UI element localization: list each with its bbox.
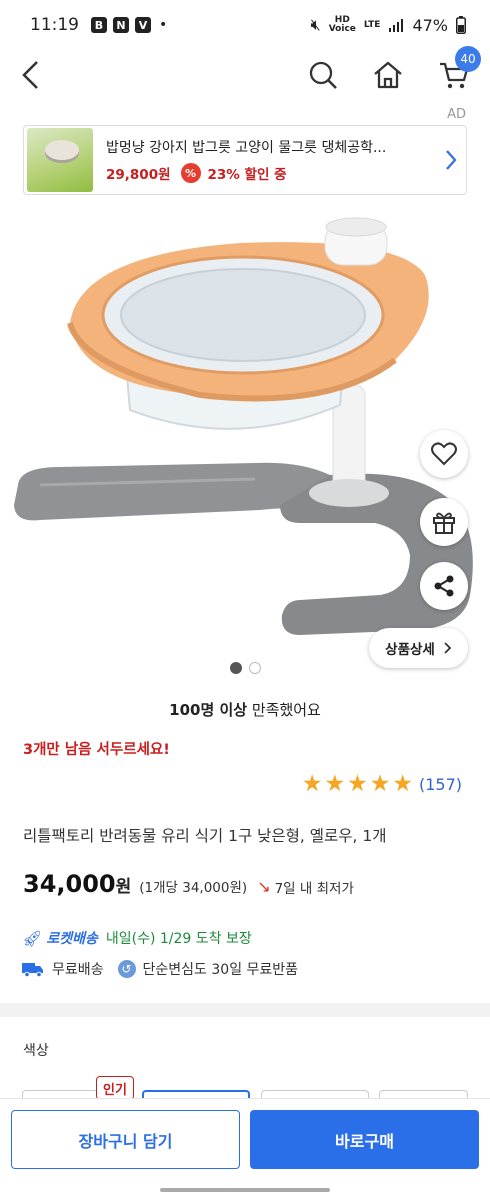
- star-icon: ★: [347, 771, 368, 797]
- product-price: 34,000: [23, 870, 116, 898]
- section-divider: [0, 1003, 490, 1017]
- signal-icon: [389, 19, 404, 32]
- rating[interactable]: ★ ★ ★ ★ ★ (157): [302, 772, 462, 796]
- rocket-delivery-row: 🚀︎ 로켓배송 내일(수) 1/29 도착 보장: [22, 928, 252, 948]
- clock: 11:19: [30, 15, 79, 35]
- rocket-icon: 🚀︎: [22, 928, 43, 948]
- app-icon-v: V: [135, 17, 151, 33]
- ad-thumbnail-image: [27, 128, 93, 192]
- stock-notice: 3개만 남음 서두르세요!: [23, 742, 170, 758]
- satisfaction-count: 100명 이상: [169, 701, 248, 719]
- cart-button[interactable]: 40: [433, 46, 481, 96]
- ad-price: 29,800원: [106, 167, 171, 183]
- lowest-price-badge: ↘ 7일 내 최저가: [257, 877, 354, 897]
- search-button[interactable]: [302, 54, 344, 96]
- return-icon: ↺: [117, 960, 136, 978]
- battery-percent: 47%: [412, 15, 448, 35]
- price-row: 34,000 원 (1개당 34,000원) ↘ 7일 내 최저가: [23, 870, 354, 898]
- ad-banner[interactable]: 밥멍냥 강아지 밥그릇 고양이 물그릇 댕체공학... 29,800원 % 23…: [23, 125, 467, 195]
- popular-badge: 인기: [96, 1076, 134, 1100]
- product-illustration: [14, 217, 473, 635]
- ad-discount: 23% 할인 중: [207, 167, 287, 183]
- product-image[interactable]: [0, 205, 490, 675]
- lowest-price-label: 7일 내 최저가: [274, 880, 354, 897]
- ad-price-row: 29,800원 % 23% 할인 중: [106, 163, 436, 183]
- ad-title: 밥멍냥 강아지 밥그릇 고양이 물그릇 댕체공학...: [106, 140, 387, 156]
- pagination-dot[interactable]: [248, 662, 261, 674]
- share-icon: [434, 575, 454, 597]
- home-indicator[interactable]: [160, 1188, 330, 1192]
- ad-text: 밥멍냥 강아지 밥그릇 고양이 물그릇 댕체공학... 29,800원 % 23…: [106, 137, 436, 183]
- free-shipping-label: 무료배송: [52, 962, 104, 978]
- app-icon-b: B: [91, 17, 107, 33]
- hd-voice-label: HD Voice: [328, 15, 356, 34]
- satisfaction-text: 100명 이상 만족했어요: [0, 699, 490, 720]
- buy-now-button[interactable]: 바로구매: [250, 1110, 479, 1169]
- notification-dot-icon: •: [159, 17, 168, 33]
- home-icon: [374, 61, 402, 89]
- ad-chevron-right-icon: [436, 148, 466, 172]
- star-icon: ★: [324, 771, 346, 797]
- shipping-row: 무료배송 ↺ 단순변심도 30일 무료반품: [22, 959, 298, 979]
- heart-icon: [431, 442, 457, 466]
- free-return-label: 단순변심도 30일 무료반품: [142, 962, 299, 978]
- review-count-link[interactable]: (157): [419, 775, 462, 794]
- cart-count-badge: 40: [455, 46, 481, 72]
- star-icon: ★: [369, 771, 391, 797]
- chevron-right-icon: [444, 642, 452, 654]
- truck-icon: [22, 963, 43, 977]
- status-right: 🔇︎ HD Voice LTE 47%: [311, 15, 466, 35]
- star-icon: ★: [301, 771, 323, 797]
- unit-price: (1개당 34,000원): [139, 880, 248, 896]
- wishlist-button[interactable]: [420, 430, 468, 478]
- app-icon-n: N: [113, 17, 129, 33]
- trend-down-icon: ↘: [257, 877, 271, 896]
- mute-icon: 🔇︎: [310, 15, 321, 34]
- arrival-date: 내일(수) 1/29 도착 보장: [105, 931, 252, 947]
- status-bar: 11:19 B N V • 🔇︎ HD Voice LTE 47%: [0, 0, 490, 50]
- star-icon: ★: [392, 771, 413, 797]
- add-to-cart-button[interactable]: 장바구니 담기: [11, 1110, 240, 1169]
- rocket-delivery-label: 로켓배송: [46, 931, 98, 947]
- top-nav: 40: [0, 46, 490, 100]
- back-button[interactable]: [10, 54, 52, 96]
- gift-button[interactable]: [420, 498, 468, 546]
- product-title: 리틀팩토리 반려동물 유리 식기 1구 낮은형, 옐로우, 1개: [23, 827, 387, 845]
- pagination-dot-active[interactable]: [229, 662, 242, 674]
- discount-icon: %: [180, 163, 201, 183]
- price-currency: 원: [115, 877, 132, 897]
- share-button[interactable]: [420, 562, 468, 610]
- battery-icon: [456, 16, 466, 34]
- chevron-left-icon: [22, 61, 38, 89]
- lte-label: LTE: [363, 19, 381, 30]
- gift-icon: [433, 512, 455, 534]
- gallery-pagination: [0, 662, 490, 674]
- satisfaction-rest: 만족했어요: [247, 701, 321, 719]
- home-button[interactable]: [367, 54, 409, 96]
- color-option-label: 색상: [23, 1043, 49, 1059]
- search-icon: [309, 61, 337, 89]
- bottom-action-bar: 장바구니 담기 바로구매: [0, 1098, 490, 1200]
- ad-label: AD: [447, 107, 466, 122]
- product-detail-label: 상품상세: [385, 642, 435, 658]
